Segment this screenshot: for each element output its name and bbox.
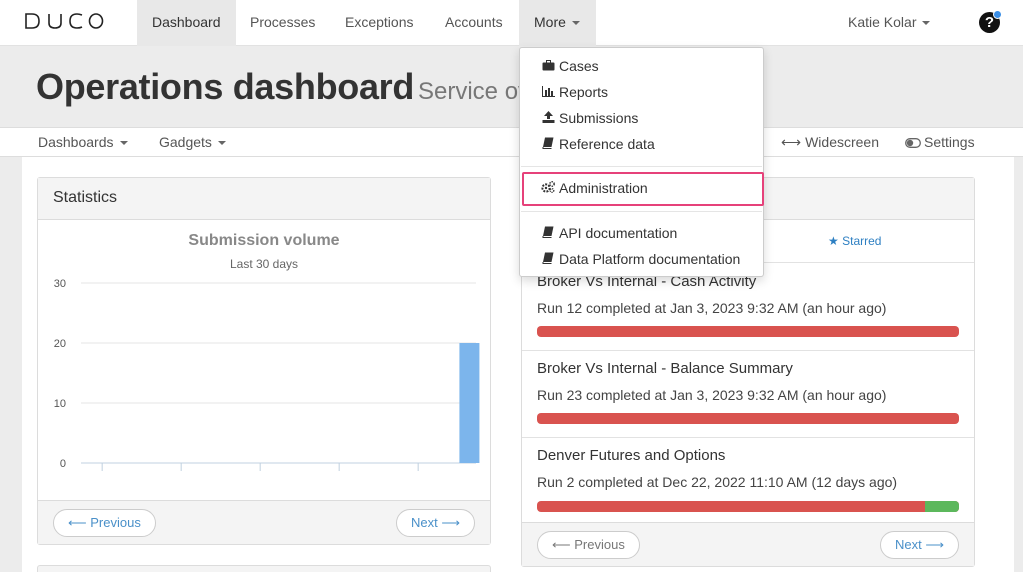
- toggle-icon: [905, 138, 921, 148]
- gadgets-label: Gadgets: [159, 134, 212, 150]
- chart-bar[interactable]: [459, 343, 480, 463]
- previous-button[interactable]: ⟵ Previous: [537, 531, 640, 559]
- duco-logo[interactable]: [24, 12, 104, 30]
- run-progress-bar: [537, 413, 959, 424]
- process-name[interactable]: Broker Vs Internal - Balance Summary: [537, 360, 793, 377]
- menu-divider: [521, 211, 762, 212]
- next-label: Next: [895, 537, 922, 552]
- notification-dot: [993, 10, 1002, 19]
- process-name[interactable]: Denver Futures and Options: [537, 447, 725, 464]
- user-name: Katie Kolar: [848, 14, 917, 30]
- previous-label: Previous: [90, 515, 141, 530]
- menu-item-label: API documentation: [559, 225, 678, 241]
- y-tick-label: 30: [54, 278, 66, 290]
- menu-item-submissions[interactable]: Submissions: [541, 110, 638, 126]
- dashboards-dropdown[interactable]: Dashboards: [38, 134, 128, 150]
- administration-highlight: [522, 172, 764, 206]
- nav-dashboard-label: Dashboard: [152, 14, 221, 30]
- menu-item-label: Submissions: [559, 110, 639, 126]
- nav-exceptions-label: Exceptions: [345, 14, 414, 30]
- run-description: Run 12 completed at Jan 3, 2023 9:32 AM …: [537, 300, 887, 316]
- chart-title: Submission volume: [188, 232, 340, 249]
- menu-item-reports[interactable]: Reports: [541, 84, 608, 100]
- upload-icon: [541, 111, 555, 126]
- arrow-right-icon: ⟶: [925, 537, 944, 552]
- page-subtitle: Service ov: [418, 78, 528, 105]
- menu-item-cases[interactable]: Cases: [541, 58, 599, 74]
- page-title: Operations dashboard: [36, 66, 415, 107]
- menu-item-label: Cases: [559, 58, 599, 74]
- starred-filter[interactable]: ★ Starred: [828, 234, 881, 248]
- nav-exceptions[interactable]: Exceptions: [330, 0, 428, 46]
- nav-dashboard[interactable]: Dashboard: [137, 0, 236, 46]
- menu-item-api-documentation[interactable]: API documentation: [541, 225, 677, 241]
- star-icon: ★: [828, 234, 839, 248]
- widescreen-button[interactable]: ⟷ Widescreen: [781, 134, 879, 151]
- run-description: Run 2 completed at Dec 22, 2022 11:10 AM…: [537, 474, 898, 490]
- book-icon: [541, 137, 555, 152]
- widescreen-label: Widescreen: [805, 134, 879, 150]
- statistics-panel-footer: ⟵ Previous Next ⟶: [38, 500, 490, 544]
- menu-item-label: Data Platform documentation: [559, 251, 741, 267]
- briefcase-icon: [541, 60, 555, 74]
- more-dropdown-menu: Cases Reports Submissions Reference data…: [519, 47, 764, 277]
- process-run-item[interactable]: Broker Vs Internal - Balance Summary Run…: [522, 351, 974, 438]
- menu-item-label: Reference data: [559, 136, 655, 152]
- menu-divider: [521, 166, 762, 167]
- chart-subtitle: Last 30 days: [229, 257, 299, 271]
- run-progress-bar: [537, 501, 959, 512]
- next-label: Next: [411, 515, 438, 530]
- settings-button[interactable]: Settings: [905, 134, 975, 150]
- run-description: Run 23 completed at Jan 3, 2023 9:32 AM …: [537, 387, 887, 403]
- nav-accounts-label: Accounts: [445, 14, 503, 30]
- process-run-item[interactable]: Denver Futures and Options Run 2 complet…: [522, 438, 974, 524]
- submission-volume-chart: 0 10 20 30: [54, 278, 480, 471]
- nav-processes[interactable]: Processes: [235, 0, 330, 46]
- run-progress-bar: [537, 326, 959, 337]
- statistics-panel-header: Statistics: [38, 178, 490, 220]
- caret-down-icon: [922, 21, 931, 26]
- arrows-horizontal-icon: ⟷: [781, 134, 802, 150]
- menu-item-data-platform-documentation[interactable]: Data Platform documentation: [541, 251, 740, 267]
- bar-chart-icon: [541, 86, 555, 100]
- top-navbar: Dashboard Processes Exceptions Accounts …: [0, 0, 1023, 46]
- processes-panel-footer: ⟵ Previous Next ⟶: [522, 522, 974, 566]
- nav-processes-label: Processes: [250, 14, 316, 30]
- nav-accounts[interactable]: Accounts: [430, 0, 518, 46]
- nav-more[interactable]: More: [519, 0, 596, 46]
- previous-button[interactable]: ⟵ Previous: [53, 509, 156, 537]
- menu-item-reference-data[interactable]: Reference data: [541, 136, 655, 152]
- y-tick-label: 20: [54, 338, 66, 350]
- menu-item-label: Reports: [559, 84, 609, 100]
- arrow-right-icon: ⟶: [441, 515, 460, 530]
- user-menu[interactable]: Katie Kolar: [848, 0, 931, 46]
- caret-down-icon: [119, 141, 128, 146]
- y-tick-label: 0: [60, 458, 66, 470]
- gadgets-dropdown[interactable]: Gadgets: [159, 134, 226, 150]
- settings-label: Settings: [924, 134, 975, 150]
- lower-panel: [37, 565, 491, 572]
- caret-down-icon: [217, 141, 226, 146]
- statistics-title: Statistics: [53, 189, 118, 206]
- book-icon: [541, 226, 555, 241]
- book-icon: [541, 252, 555, 267]
- run-progress-ok: [925, 501, 959, 512]
- dashboards-label: Dashboards: [38, 134, 114, 150]
- starred-label: Starred: [842, 234, 882, 248]
- statistics-panel: Statistics Submission volume Last 30 day…: [37, 177, 491, 545]
- nav-more-label: More: [534, 14, 566, 30]
- dashboard-toolbar: Dashboards Gadgets ⟷ Widescreen Settings: [0, 127, 1023, 157]
- y-tick-label: 10: [54, 398, 66, 410]
- arrow-left-icon: ⟵: [68, 515, 87, 530]
- dashboard-content: Statistics Submission volume Last 30 day…: [22, 157, 1014, 572]
- arrow-left-icon: ⟵: [552, 537, 571, 552]
- next-button[interactable]: Next ⟶: [880, 531, 959, 559]
- next-button[interactable]: Next ⟶: [396, 509, 475, 537]
- previous-label: Previous: [574, 537, 625, 552]
- caret-down-icon: [571, 21, 580, 26]
